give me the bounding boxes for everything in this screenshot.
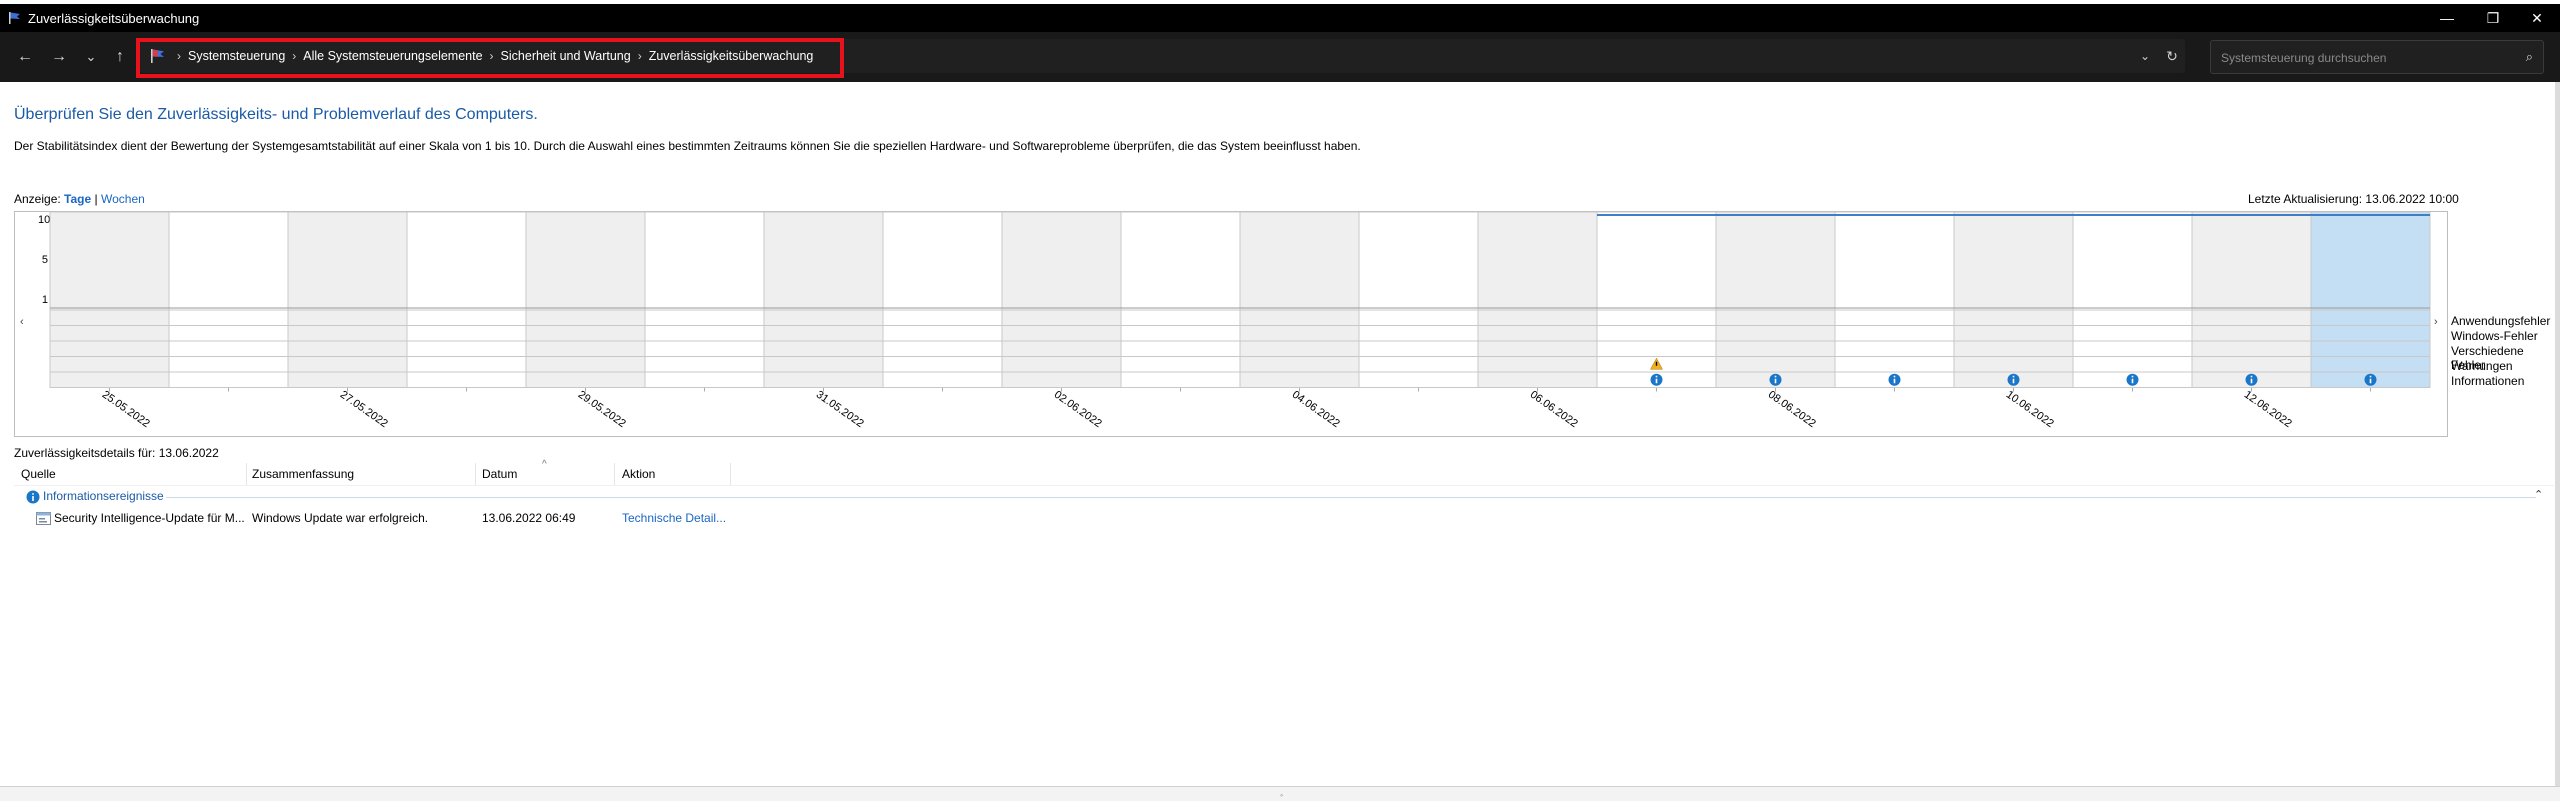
collapse-group-icon[interactable]: ⌃: [2534, 488, 2543, 501]
row-date[interactable]: 13.06.2022 06:49: [482, 511, 575, 525]
legend-windows-errors: Windows-Fehler: [2451, 329, 2538, 343]
info-mark: [2369, 378, 2372, 384]
chart-column-selected: [2310, 211, 2431, 388]
chart-column: [2072, 211, 2193, 388]
reliability-chart[interactable]: 25.05.2022 27.05.2022 29.05.2022 31.05.2022…: [0, 0, 2560, 800]
legend-application-errors: Anwendungsfehler: [2451, 314, 2551, 328]
chart-column: [287, 211, 408, 388]
column-divider[interactable]: [614, 463, 615, 485]
window-right-edge: [2555, 82, 2560, 786]
chart-column: [1834, 211, 1955, 388]
chart-column: [168, 211, 289, 388]
chart-column: [1001, 211, 1122, 388]
info-mark: [1655, 375, 1658, 378]
resize-grip-icon[interactable]: ◦: [1280, 790, 1283, 800]
x-tick-label: 27.05.2022: [338, 389, 390, 430]
info-mark: [2250, 378, 2253, 384]
header-separator: [14, 485, 2554, 486]
chart-column: [406, 211, 527, 388]
column-header-date[interactable]: Datum: [482, 467, 517, 481]
technical-details-link[interactable]: Technische Detail...: [622, 511, 726, 525]
x-tick-label: 29.05.2022: [576, 389, 628, 430]
chart-column: [763, 211, 884, 388]
legend-warnings: Warnungen: [2451, 359, 2513, 373]
chart-column: [1239, 211, 1360, 388]
status-bar: ◦: [0, 786, 2560, 801]
info-mark: [2131, 378, 2134, 384]
x-tick-label: 10.06.2022: [2004, 389, 2056, 430]
info-mark: [2131, 375, 2134, 378]
row-action-cell: Technische Detail...: [622, 511, 726, 525]
chart-column: [644, 211, 765, 388]
column-header-action[interactable]: Aktion: [622, 467, 655, 481]
info-mark: [1893, 375, 1896, 378]
x-tick-label: 25.05.2022: [100, 389, 152, 430]
x-tick-label: 08.06.2022: [1766, 389, 1818, 430]
chart-column: [1477, 211, 1598, 388]
info-mark: [1774, 378, 1777, 384]
column-divider[interactable]: [730, 463, 731, 485]
row-source[interactable]: Security Intelligence-Update für M...: [54, 511, 245, 525]
chart-column: [882, 211, 1003, 388]
x-tick-label: 02.06.2022: [1052, 389, 1104, 430]
info-mark: [1774, 375, 1777, 378]
update-program-icon: [36, 512, 51, 525]
x-tick-label: 12.06.2022: [2242, 389, 2294, 430]
chart-column: [525, 211, 646, 388]
chart-column: [2191, 211, 2312, 388]
chart-column: [1120, 211, 1241, 388]
column-divider[interactable]: [246, 463, 247, 485]
warning-mark: [1655, 361, 1658, 366]
chart-column: [1953, 211, 2074, 388]
group-separator-line: [166, 497, 2536, 498]
info-mark: [2250, 375, 2253, 378]
x-tick-label: 06.06.2022: [1528, 389, 1580, 430]
info-icon: [26, 490, 40, 504]
chart-column: [1715, 211, 1836, 388]
group-informational-events[interactable]: Informationsereignisse: [43, 489, 164, 503]
column-header-source[interactable]: Quelle: [21, 467, 56, 481]
x-tick-label: 04.06.2022: [1290, 389, 1342, 430]
info-mark: [2012, 375, 2015, 378]
info-mark: [2369, 375, 2372, 378]
x-tick-label: 31.05.2022: [814, 389, 866, 430]
row-summary[interactable]: Windows Update war erfolgreich.: [252, 511, 428, 525]
info-mark: [2012, 378, 2015, 384]
legend-informations: Informationen: [2451, 374, 2525, 388]
column-header-summary[interactable]: Zusammenfassung: [252, 467, 354, 481]
details-title: Zuverlässigkeitsdetails für: 13.06.2022: [14, 446, 219, 460]
chart-column: [1358, 211, 1479, 388]
info-mark: [1655, 378, 1658, 384]
info-mark: [1893, 378, 1896, 384]
sort-indicator-icon: ^: [542, 459, 547, 470]
chart-column: [49, 211, 170, 388]
column-divider[interactable]: [475, 463, 476, 485]
